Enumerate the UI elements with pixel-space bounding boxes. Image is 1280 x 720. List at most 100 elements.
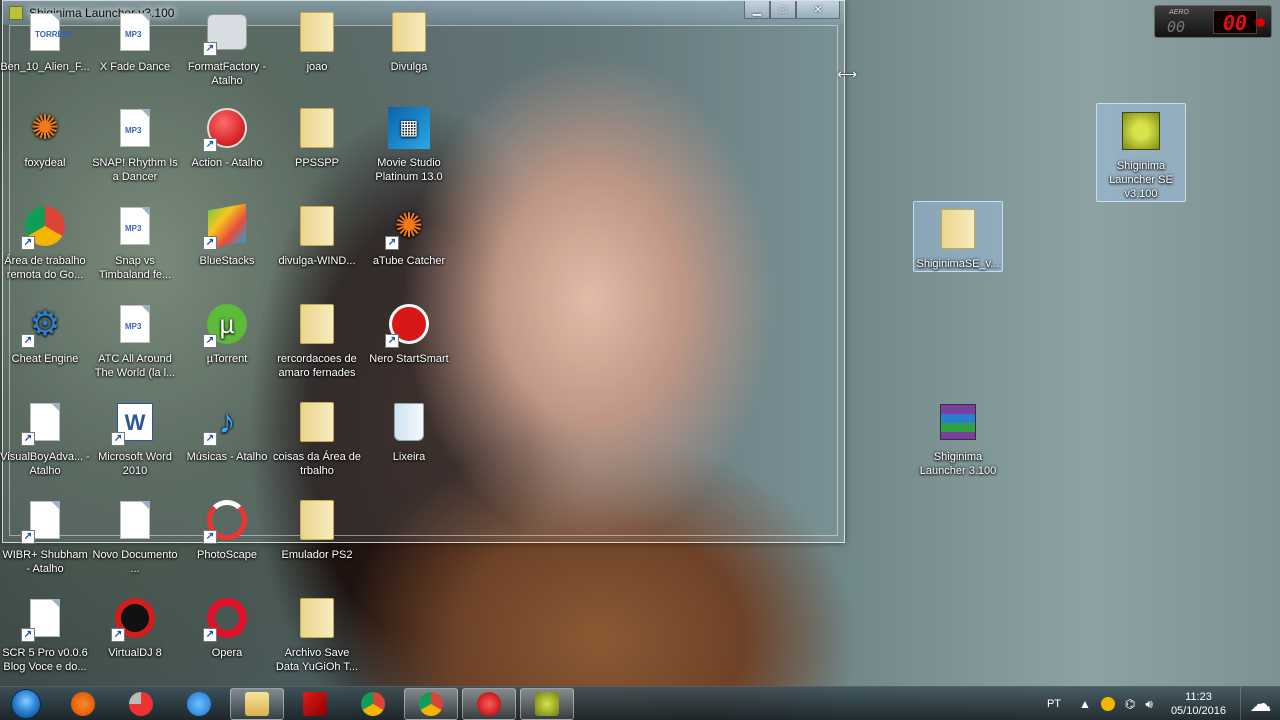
desktop-icon-label: joao — [306, 61, 328, 73]
mp3-file-icon: MP3 — [111, 8, 159, 56]
virtualdj-icon: ↗ — [111, 594, 159, 642]
desktop-icon[interactable]: MP3 Snap vs Timbaland fe... — [90, 202, 180, 282]
windows-explorer-icon — [245, 692, 269, 716]
taskbar-app-button[interactable] — [520, 688, 574, 720]
shortcut-arrow-icon: ↗ — [21, 530, 35, 544]
desktop-icon[interactable]: MP3 SNAP! Rhythm Is a Dancer — [90, 104, 180, 184]
gadget-large-digits: 00 — [1213, 10, 1257, 35]
tray-app-icon[interactable] — [1100, 697, 1115, 711]
desktop-icon[interactable]: PPSSPP — [272, 104, 362, 170]
desktop-icon[interactable]: Novo Documento ... — [90, 496, 180, 576]
photoscape-icon — [129, 692, 153, 716]
desktop-icon[interactable]: ↗ VisualBoyAdva... - Atalho — [0, 398, 90, 478]
action-icon: ↗ — [203, 104, 251, 152]
desktop-icon-label: ATC All Around The World (la l... — [94, 353, 176, 379]
network-icon[interactable]: ⌬ — [1125, 697, 1135, 711]
mp3-file-icon: MP3 — [111, 202, 159, 250]
atube-catcher-icon — [71, 692, 95, 716]
taskbar-clock[interactable]: 11:23 05/10/2016 — [1171, 690, 1226, 718]
desktop-icon[interactable]: joao — [272, 8, 362, 74]
maximize-button[interactable]: □ — [770, 1, 796, 19]
desktop-icon[interactable]: W ↗ Microsoft Word 2010 — [90, 398, 180, 478]
desktop-icon[interactable]: ▦ Movie Studio Platinum 13.0 — [364, 104, 454, 184]
desktop-icon[interactable]: ↗ WIBR+ Shubham - Atalho — [0, 496, 90, 576]
volume-icon[interactable]: 🔊︎ — [1145, 697, 1153, 712]
movie-studio-icon: ▦ — [385, 104, 433, 152]
close-button[interactable]: ✕ — [796, 1, 840, 19]
minimize-button[interactable]: ▁ — [744, 1, 770, 19]
taskbar-app-button[interactable] — [230, 688, 284, 720]
desktop-icon[interactable]: Shiginima Launcher 3.100 — [913, 398, 1003, 478]
desktop-icon-label: ShiginimaSE_v... — [916, 258, 1000, 270]
desktop-icon[interactable]: ⚙ ↗ Cheat Engine — [0, 300, 90, 366]
show-hidden-icons-icon[interactable]: ▲ — [1079, 697, 1091, 711]
taskbar-app-button[interactable] — [288, 688, 342, 720]
desktop-icon[interactable]: coisas da Área de trbalho — [272, 398, 362, 478]
taskbar-app-button[interactable] — [56, 688, 110, 720]
mp3-file-icon: MP3 — [111, 104, 159, 152]
desktop-icon[interactable]: ↗ Opera — [182, 594, 272, 660]
desktop-icon[interactable]: Shiginima Launcher SE v3.100 — [1096, 103, 1186, 202]
desktop-icon[interactable]: ↗ Action - Atalho — [182, 104, 272, 170]
desktop-icon-label: X Fade Dance — [99, 61, 171, 73]
desktop-icon[interactable]: ↗ PhotoScape — [182, 496, 272, 562]
windows-orb-icon — [11, 689, 41, 719]
desktop-icon[interactable]: ↗ FormatFactory - Atalho — [182, 8, 272, 88]
desktop-icon[interactable]: Archivo Save Data YuGiOh T... — [272, 594, 362, 674]
desktop-icon[interactable]: ↗ BlueStacks — [182, 202, 272, 268]
shortcut-arrow-icon: ↗ — [203, 236, 217, 250]
desktop-icon[interactable]: µ ↗ µTorrent — [182, 300, 272, 366]
desktop-icon[interactable]: MP3 X Fade Dance — [90, 8, 180, 74]
desktop-icon[interactable]: ↗ Área de trabalho remota do Go... — [0, 202, 90, 282]
desktop-icon-label: Nero StartSmart — [369, 353, 449, 365]
shortcut-arrow-icon: ↗ — [203, 138, 217, 152]
internet-explorer-icon — [187, 692, 211, 716]
torrent-file-icon: TORRENT — [21, 8, 74, 56]
desktop-icon-label: SNAP! Rhythm Is a Dancer — [92, 157, 178, 183]
taskbar-app-button[interactable] — [172, 688, 226, 720]
desktop-icon-label: foxydeal — [24, 157, 66, 169]
folder-icon — [934, 205, 982, 253]
shortcut-arrow-icon: ↗ — [21, 334, 35, 348]
desktop-icon[interactable]: ✺ ↗ aTube Catcher — [364, 202, 454, 268]
desktop-icon[interactable]: ↗ SCR 5 Pro v0.0.6 Blog Voce e do... — [0, 594, 90, 674]
cloud-icon[interactable]: ☁ — [1240, 687, 1280, 720]
language-indicator[interactable]: PT — [1047, 698, 1061, 710]
desktop-icon[interactable]: Lixeira — [364, 398, 454, 464]
taskbar-app-button[interactable] — [114, 688, 168, 720]
start-button[interactable] — [4, 687, 48, 720]
flash-icon — [303, 692, 327, 716]
taskbar-app-button[interactable] — [346, 688, 400, 720]
desktop-icon[interactable]: ↗ VirtualDJ 8 — [90, 594, 180, 660]
desktop-icon[interactable]: ShiginimaSE_v... — [913, 201, 1003, 272]
minecraft-launcher-icon — [1117, 107, 1165, 155]
desktop-icon[interactable]: ✺ foxydeal — [0, 104, 90, 170]
desktop-icon[interactable]: Divulga — [364, 8, 454, 74]
desktop-icon-label: Área de trabalho remota do Go... — [4, 255, 86, 281]
desktop-icon-label: Cheat Engine — [11, 353, 79, 365]
action-icon — [477, 692, 501, 716]
clock-date: 05/10/2016 — [1170, 705, 1226, 717]
taskbar-app-button[interactable] — [462, 688, 516, 720]
gadget-small-digits: 00 — [1167, 18, 1186, 36]
desktop-icon-label: Emulador PS2 — [281, 549, 353, 561]
chrome-icon — [361, 692, 385, 716]
desktop-icon[interactable]: ♪ ↗ Músicas - Atalho — [182, 398, 272, 464]
desktop-icon[interactable]: divulga-WIND... — [272, 202, 362, 268]
desktop-icon[interactable]: MP3 ATC All Around The World (la l... — [90, 300, 180, 380]
shortcut-arrow-icon: ↗ — [111, 432, 125, 446]
desktop-icon-label: WIBR+ Shubham - Atalho — [2, 549, 88, 575]
shortcut-arrow-icon: ↗ — [385, 236, 399, 250]
text-document-icon — [111, 496, 159, 544]
desktop-icon-label: divulga-WIND... — [278, 255, 356, 267]
bluestacks-icon: ↗ — [203, 202, 251, 250]
desktop-icon[interactable]: rercordacoes de amaro fernades — [272, 300, 362, 380]
desktop-icon[interactable]: TORRENT Ben_10_Alien_F... — [0, 8, 90, 74]
clock-gadget[interactable]: AERO 00 00 — [1154, 5, 1272, 38]
desktop-icon[interactable]: Emulador PS2 — [272, 496, 362, 562]
desktop-icon-label: VirtualDJ 8 — [108, 647, 162, 659]
shortcut-arrow-icon: ↗ — [21, 628, 35, 642]
desktop-icon[interactable]: ↗ Nero StartSmart — [364, 300, 454, 366]
chrome-icon: ↗ — [21, 202, 69, 250]
taskbar-app-button[interactable] — [404, 688, 458, 720]
